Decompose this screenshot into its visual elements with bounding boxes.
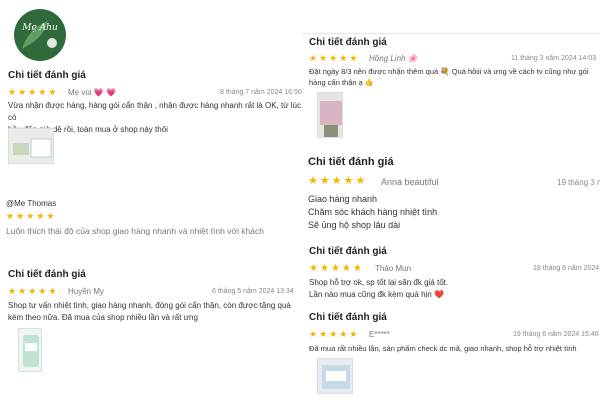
star-icon: ★ [46,211,55,221]
star-icon: ★ [329,53,338,63]
review-title: Chi tiết đánh giá [309,312,387,323]
review-title: Chi tiết đánh giá [8,269,86,280]
reviewer-name: Anna beautiful [381,177,439,187]
review-text: Đặt ngày 8/3 nên được nhận thêm quà 💐 Qu… [309,67,589,87]
review-date: 8 tháng 7 năm 2024 16:50 [220,89,302,96]
star-icon: ★ [26,211,35,221]
star-icon: ★ [349,53,358,63]
brand-logo-text: Mẹ Ahu [22,23,58,33]
review-text: Luôn thích thái độ của shop giao hàng nh… [6,226,264,236]
star-icon: ★ [36,211,45,221]
star-icon: ★ [48,286,57,296]
review-photo[interactable] [317,92,343,138]
rating-stars: ★ ★ ★ ★ ★ [309,54,357,63]
star-icon: ★ [8,87,17,97]
star-icon: ★ [343,175,354,187]
star-icon: ★ [48,87,57,97]
rating-stars: ★ ★ ★ ★ ★ [309,263,362,274]
review-photo[interactable] [18,328,42,372]
review-date: 18 tháng 6 năm 2024 [533,265,600,272]
reviewer-name: Mẹ voi 💗 💗 [68,88,116,97]
star-icon: ★ [8,286,17,296]
star-icon: ★ [355,175,366,187]
heart-emoji: 💗 💗 [93,88,116,97]
review-title: Chi tiết đánh giá [8,70,86,81]
rating-stars: ★ ★ ★ ★ ★ [308,175,366,187]
star-icon: ★ [329,329,338,339]
review-title: Chi tiết đánh giá [308,156,394,168]
rating-stars: ★ ★ ★ ★ ★ [8,287,56,296]
star-icon: ★ [319,263,329,274]
reviewer-name: Hồng Linh 🌸 [369,54,418,63]
rating-stars: ★ ★ ★ ★ ★ [309,330,357,339]
star-icon: ★ [309,329,318,339]
review-text: Shop hỗ trợ ok, sp tốt lại săn đk giá tố… [309,278,449,299]
logo-leaf-icon [22,21,57,49]
star-icon: ★ [6,211,15,221]
star-icon: ★ [16,211,25,221]
review-date: 19 tháng 6 năm 2024 15:46 [513,331,599,338]
review-date: 19 tháng 3 n [557,178,600,187]
review-card: Chi tiết đánh giá ★ ★ ★ ★ ★ Huyền My 6 tháng… [0,266,302,400]
star-icon: ★ [352,263,362,274]
star-icon: ★ [309,53,318,63]
brand-logo: Mẹ Ahu [14,9,66,61]
star-icon: ★ [331,175,342,187]
star-icon: ★ [319,329,328,339]
review-collage: Mẹ Ahu Chi tiết đánh giá ★ ★ ★ ★ ★ Mẹ voi 💗 … [0,0,600,400]
star-icon: ★ [18,87,27,97]
star-icon: ★ [319,175,330,187]
star-icon: ★ [28,87,37,97]
star-icon: ★ [38,286,47,296]
star-icon: ★ [341,263,351,274]
review-text: Đã mua rất nhiều lần, sản phẩm check dc … [309,344,577,353]
star-icon: ★ [339,53,348,63]
review-date: 6 tháng 5 năm 2024 13:34 [212,288,294,295]
review-title: Chi tiết đánh giá [309,37,387,48]
star-icon: ★ [319,53,328,63]
reviewer-name: @Mẹ Thomas [6,199,57,208]
review-date: 11 tháng 3 năm 2024 14:03 [511,55,597,62]
reviewer-name: Thảo Mun [375,264,412,273]
star-icon: ★ [330,263,340,274]
star-icon: ★ [28,286,37,296]
flower-emoji: 🌸 [407,54,418,63]
review-photo[interactable] [8,128,54,164]
star-icon: ★ [38,87,47,97]
reviewer-name: Huyền My [68,287,105,296]
star-icon: ★ [349,329,358,339]
reviewer-name: E***** [369,330,390,339]
review-photo[interactable] [317,358,353,394]
star-icon: ★ [18,286,27,296]
review-card: Chi tiết đánh giá ★ ★ ★ ★ ★ Hồng Linh 🌸 11 t… [305,34,600,144]
review-card: Chi tiết đánh giá ★ ★ ★ ★ ★ Anna beautiful 1… [305,150,600,238]
review-text: Giao hàng nhanh Chăm sóc khách hàng nhiệ… [308,194,438,230]
star-icon: ★ [339,329,348,339]
review-text: Shop tư vấn nhiệt tình, giao hàng nhanh,… [8,301,291,322]
review-card: @Mẹ Thomas ★ ★ ★ ★ ★ Luôn thích thái độ của … [0,196,302,244]
rating-stars: ★ ★ ★ ★ ★ [8,88,56,97]
rating-stars: ★ ★ ★ ★ ★ [6,212,54,221]
review-card: Chi tiết đánh giá ★ ★ ★ ★ ★ Thảo Mun 18 thán… [305,240,600,304]
star-icon: ★ [309,263,318,274]
star-icon: ★ [308,175,318,187]
review-card: Chi tiết đánh giá ★ ★ ★ ★ ★ E***** 19 tháng … [305,306,600,400]
review-title: Chi tiết đánh giá [309,246,387,257]
review-card: Chi tiết đánh giá ★ ★ ★ ★ ★ Mẹ voi 💗 💗 8 thá… [0,66,302,174]
